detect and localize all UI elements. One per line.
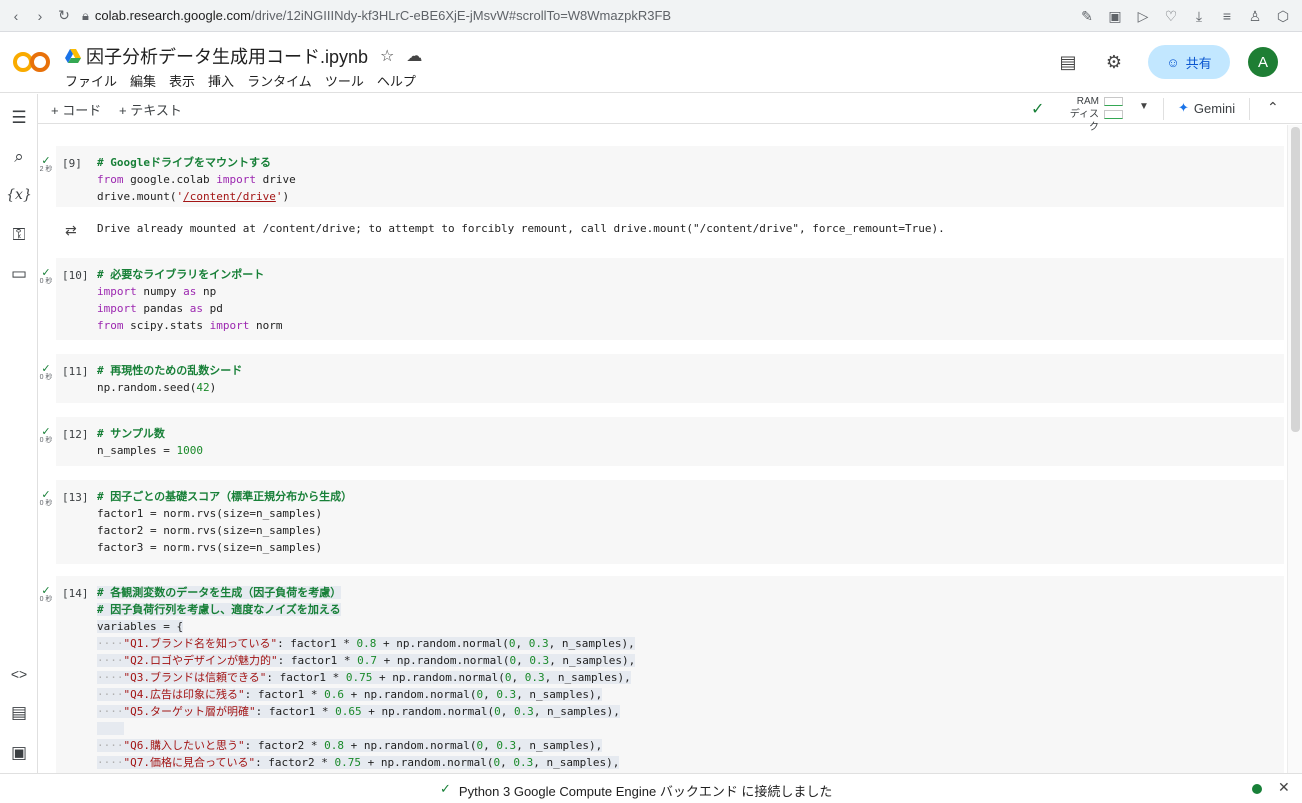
- comment-icon[interactable]: ▤: [1056, 50, 1080, 74]
- chevron-down-icon[interactable]: ▼: [1139, 101, 1149, 112]
- key-icon[interactable]: ⚿: [7, 223, 31, 247]
- run-status: ✓ 0 秒: [39, 489, 53, 508]
- exec-count: [12]: [62, 428, 89, 441]
- code-cell[interactable]: ✓ 0 秒 [11] # 再現性のための乱数シード np.random.seed(…: [40, 354, 1284, 403]
- status-message: Python 3 Google Compute Engine バックエンド に接…: [458, 784, 833, 799]
- command-palette-icon[interactable]: ▤: [7, 701, 31, 725]
- drive-icon: [65, 49, 81, 63]
- code-editor[interactable]: # 再現性のための乱数シード np.random.seed(42): [97, 362, 242, 396]
- camera-icon[interactable]: ▣: [1104, 4, 1126, 28]
- exec-count: [11]: [62, 365, 89, 378]
- address-bar[interactable]: 🔒︎ colab.research.google.com/drive/12iNG…: [82, 8, 671, 24]
- run-status: ✓ 0 秒: [39, 585, 53, 604]
- url-host: colab.research.google.com: [94, 8, 252, 23]
- cloud-saved-icon[interactable]: ☁︎: [406, 46, 422, 66]
- profile-icon[interactable]: ♙: [1244, 4, 1266, 28]
- extension-icon[interactable]: ⬡: [1272, 4, 1294, 28]
- gemini-label: Gemini: [1193, 100, 1236, 116]
- gemini-spark-icon: ✦: [1178, 100, 1189, 115]
- code-cell[interactable]: ✓ 2 秒 [9] # Googleドライブをマウントする from google…: [40, 146, 1284, 207]
- ram-label: RAM: [1076, 96, 1099, 107]
- left-sidebar: ☰ ⌕ {x} ⚿ ▭ <> ▤ ▣: [0, 94, 38, 773]
- back-icon[interactable]: ‹: [4, 4, 28, 28]
- menu-insert[interactable]: 挿入: [208, 71, 234, 90]
- add-text-button[interactable]: + テキスト: [119, 100, 182, 119]
- notebook-area: ✓ 2 秒 [9] # Googleドライブをマウントする from google…: [38, 125, 1286, 773]
- code-editor[interactable]: # Googleドライブをマウントする from google.colab im…: [97, 154, 296, 205]
- notebook-toolbar: + コード + テキスト ✓ RAM ディスク ▼ ✦ Gemini ⌃: [38, 94, 1302, 133]
- search-icon[interactable]: ⌕: [7, 145, 31, 169]
- notebook-title[interactable]: 因子分析データ生成用コード.ipynb: [86, 43, 368, 69]
- colab-logo[interactable]: [13, 50, 51, 74]
- gear-icon[interactable]: ⚙: [1102, 50, 1126, 74]
- lock-icon: 🔒︎: [82, 7, 89, 23]
- colab-header: 因子分析データ生成用コード.ipynb ☆ ☁︎ ファイル 編集 表示 挿入 ラ…: [0, 33, 1302, 93]
- heart-icon[interactable]: ♡: [1160, 4, 1182, 28]
- close-icon[interactable]: ✕: [1278, 779, 1290, 796]
- edit-icon[interactable]: ✎: [1076, 4, 1098, 28]
- people-icon: ☺: [1166, 54, 1180, 70]
- run-status: ✓ 0 秒: [39, 363, 53, 382]
- menu-bar: ファイル 編集 表示 挿入 ランタイム ツール ヘルプ: [65, 71, 416, 90]
- share-button[interactable]: ☺ 共有: [1148, 45, 1230, 79]
- run-status: ✓ 0 秒: [39, 267, 53, 286]
- scrollbar[interactable]: [1287, 125, 1302, 773]
- code-snippets-icon[interactable]: <>: [7, 662, 31, 686]
- code-cell[interactable]: ✓ 0 秒 [13] # 因子ごとの基礎スコア（標準正規分布から生成） facto…: [40, 480, 1284, 564]
- output-text: Drive already mounted at /content/drive;…: [97, 222, 945, 235]
- connection-status-dot: [1252, 784, 1262, 794]
- chevron-up-icon[interactable]: ⌃: [1267, 99, 1279, 116]
- exec-count: [9]: [62, 157, 82, 170]
- add-code-button[interactable]: + コード: [51, 100, 101, 119]
- code-cell[interactable]: ✓ 0 秒 [14] # 各観測変数のデータを生成（因子負荷を考慮） # 因子負荷…: [40, 576, 1284, 773]
- check-icon: ✓: [440, 781, 451, 796]
- code-editor[interactable]: # 因子ごとの基礎スコア（標準正規分布から生成） factor1 = norm.…: [97, 488, 352, 556]
- code-editor[interactable]: # 各観測変数のデータを生成（因子負荷を考慮） # 因子負荷行列を考慮し、適度な…: [97, 584, 636, 771]
- code-cell[interactable]: ✓ 0 秒 [10] # 必要なライブラリをインポート import numpy …: [40, 258, 1284, 340]
- terminal-icon[interactable]: ▣: [7, 741, 31, 765]
- download-icon[interactable]: ⤓: [1188, 4, 1210, 28]
- star-icon[interactable]: ☆: [380, 46, 394, 66]
- code-cell[interactable]: ✓ 0 秒 [12] # サンプル数 n_samples = 1000: [40, 417, 1284, 466]
- menu-edit[interactable]: 編集: [130, 71, 156, 90]
- run-status: ✓ 2 秒: [39, 155, 53, 174]
- menu-view[interactable]: 表示: [169, 71, 195, 90]
- resource-bars: [1104, 97, 1123, 123]
- exec-count: [13]: [62, 491, 89, 504]
- code-editor[interactable]: # サンプル数 n_samples = 1000: [97, 425, 203, 459]
- code-editor[interactable]: # 必要なライブラリをインポート import numpy as np impo…: [97, 266, 282, 334]
- exec-count: [10]: [62, 269, 89, 282]
- connected-check-icon: ✓: [1031, 101, 1045, 118]
- url-path: /drive/12iNGIIINdy-kf3HLrC-eBE6XjE-jMsvW…: [251, 8, 672, 23]
- cell-output: ⇄ Drive already mounted at /content/driv…: [56, 214, 1284, 244]
- menu-tools[interactable]: ツール: [325, 71, 364, 90]
- toc-icon[interactable]: ☰: [7, 106, 31, 130]
- output-toggle-icon[interactable]: ⇄: [65, 222, 77, 239]
- reload-icon[interactable]: ↻: [52, 4, 76, 28]
- send-icon[interactable]: ▷: [1132, 4, 1154, 28]
- folder-icon[interactable]: ▭: [7, 262, 31, 286]
- list-icon[interactable]: ≡: [1216, 4, 1238, 28]
- run-status: ✓ 0 秒: [39, 426, 53, 445]
- gemini-button[interactable]: ✦ Gemini: [1178, 100, 1235, 116]
- menu-runtime[interactable]: ランタイム: [247, 71, 312, 90]
- scroll-thumb[interactable]: [1291, 127, 1300, 432]
- avatar[interactable]: A: [1248, 47, 1278, 77]
- forward-icon[interactable]: ›: [28, 4, 52, 28]
- share-label: 共有: [1185, 55, 1212, 71]
- menu-file[interactable]: ファイル: [65, 71, 117, 90]
- status-bar: ✓ Python 3 Google Compute Engine バックエンド …: [0, 773, 1302, 803]
- browser-toolbar: ‹ › ↻ 🔒︎ colab.research.google.com/drive…: [0, 0, 1302, 32]
- exec-count: [14]: [62, 587, 89, 600]
- variables-icon[interactable]: {x}: [6, 183, 32, 207]
- menu-help[interactable]: ヘルプ: [377, 71, 416, 90]
